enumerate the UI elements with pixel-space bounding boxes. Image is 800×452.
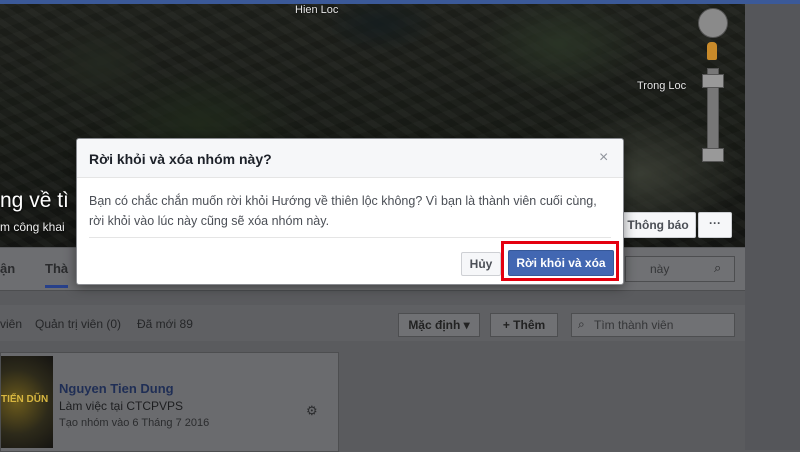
filter-admins[interactable]: Quản trị viên (0) [35,317,121,331]
close-icon[interactable]: × [599,149,608,167]
search-placeholder: Tìm thành viên [594,318,674,332]
search-icon[interactable]: ⌕ [714,260,721,276]
zoom-out-icon[interactable] [702,148,724,162]
avatar[interactable]: TIẾN DŨN [1,356,53,448]
leave-group-dialog: Rời khỏi và xóa nhóm này? × Bạn có chắc … [76,138,624,285]
filter-new-members[interactable]: Đã mới 89 [137,317,193,331]
member-search-input[interactable]: ⌕ Tìm thành viên [571,313,735,337]
divider [89,237,611,238]
map-controls [698,8,728,183]
dialog-title: Rời khỏi và xóa nhóm này? [89,151,272,167]
member-name-link[interactable]: Nguyen Tien Dung [59,381,174,396]
right-rail [745,4,800,450]
zoom-in-icon[interactable] [702,74,724,88]
tab-members[interactable]: Thà [45,261,69,288]
dialog-message: Bạn có chắc chắn muốn rời khỏi Hướng về … [89,194,597,228]
group-search-input[interactable]: này ⌕ [625,256,735,282]
pegman-icon[interactable] [707,42,717,60]
dialog-header: Rời khỏi và xóa nhóm này? × [77,139,623,178]
notifications-button[interactable]: Thông báo [620,212,696,238]
leave-and-delete-button[interactable]: Rời khỏi và xóa [508,250,614,276]
pan-control-icon[interactable] [698,8,728,38]
map-label: Trong Loc [637,80,687,92]
cancel-button[interactable]: Hủy [461,252,501,276]
map-label: Hien Loc [295,4,339,16]
add-member-button[interactable]: + Thêm [490,313,558,337]
sort-dropdown[interactable]: Mặc định ▾ [398,313,480,337]
more-options-button[interactable]: ··· [698,212,732,238]
member-card: TIẾN DŨN Nguyen Tien Dung Làm việc tại C… [0,352,339,452]
group-title[interactable]: ng về tì [0,189,69,213]
gear-icon[interactable]: ⚙ [306,403,318,419]
group-privacy: m công khai [0,220,65,234]
member-created-date: Tạo nhóm vào 6 Tháng 7 2016 [59,417,210,429]
member-work: Làm việc tại CTCPVPS [59,399,184,413]
filter-all-members[interactable]: viên [0,317,22,331]
members-filter-row: viên Quản trị viên (0) Đã mới 89 Mặc địn… [0,305,745,341]
avatar-text: TIẾN DŨN [1,394,49,405]
search-icon: ⌕ [578,317,585,331]
search-placeholder: này [650,262,670,276]
tab-discussion[interactable]: ận [0,261,15,276]
